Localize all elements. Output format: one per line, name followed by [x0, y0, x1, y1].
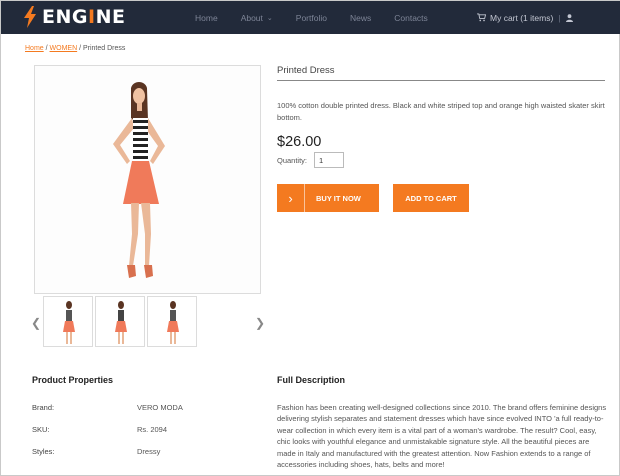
product-description: 100% cotton double printed dress. Black … — [277, 101, 605, 122]
cart-area: My cart (1 items) | — [477, 1, 573, 34]
nav-news[interactable]: News — [350, 13, 371, 23]
product-price: $26.00 — [277, 134, 322, 150]
full-description-text: Fashion has been creating well-designed … — [277, 403, 607, 470]
property-value-brand: VERO MODA — [137, 403, 183, 412]
chevron-right-icon[interactable]: ❯ — [255, 316, 265, 330]
title-divider — [277, 80, 605, 81]
model-thumbnail-image — [115, 301, 127, 344]
product-properties-heading: Product Properties — [32, 375, 114, 385]
buy-it-now-label: BUY IT NOW — [316, 193, 361, 203]
logo[interactable]: ENGINE — [23, 4, 125, 30]
user-icon[interactable] — [565, 13, 573, 22]
product-main-image[interactable] — [34, 65, 261, 294]
breadcrumb-women[interactable]: WOMEN — [50, 45, 78, 52]
model-thumbnail-image — [63, 301, 75, 344]
thumbnail-strip: ❮ ❯ — [31, 296, 265, 348]
chevron-down-icon: ⌄ — [266, 14, 273, 22]
breadcrumb-current: Printed Dress — [82, 45, 126, 52]
chevron-left-icon[interactable]: ❮ — [31, 316, 41, 330]
quantity-label: Quantity: — [277, 156, 308, 165]
add-to-cart-button[interactable]: ADD TO CART — [393, 184, 469, 212]
thumbnail-2[interactable] — [95, 296, 145, 347]
logo-text: ENGINE — [42, 6, 126, 28]
quantity-input[interactable] — [314, 152, 344, 168]
page-frame: ENGINE Home About ⌄ Portfolio News Conta… — [0, 0, 620, 476]
property-value-styles: Dressy — [137, 447, 161, 456]
breadcrumb: Home / WOMEN / Printed Dress — [25, 45, 125, 52]
breadcrumb-home[interactable]: Home — [25, 45, 44, 52]
nav-contacts[interactable]: Contacts — [394, 13, 428, 23]
buy-it-now-button[interactable]: › BUY IT NOW — [277, 184, 379, 212]
model-in-dress-image — [35, 66, 260, 293]
thumbnail-1[interactable] — [43, 296, 93, 347]
property-value-sku: Rs. 2094 — [137, 425, 168, 434]
cart-divider: | — [558, 12, 561, 23]
nav-portfolio[interactable]: Portfolio — [296, 13, 327, 23]
nav-about[interactable]: About ⌄ — [241, 13, 273, 23]
property-label-brand: Brand: — [32, 403, 55, 412]
nav-about-label: About — [240, 12, 263, 23]
property-label-styles: Styles: — [32, 447, 55, 456]
full-description-heading: Full Description — [277, 375, 346, 385]
property-label-sku: SKU: — [32, 425, 50, 434]
product-title: Printed Dress — [277, 65, 335, 76]
chevron-right-icon: › — [277, 184, 305, 212]
shopping-cart-icon[interactable] — [477, 13, 486, 22]
nav-home[interactable]: Home — [195, 13, 218, 23]
model-thumbnail-image — [167, 301, 179, 344]
lightning-bolt-icon — [24, 6, 36, 28]
thumbnail-3[interactable] — [147, 296, 197, 347]
cart-label[interactable]: My cart (1 items) — [490, 13, 553, 23]
top-navigation-bar: ENGINE Home About ⌄ Portfolio News Conta… — [1, 1, 620, 34]
main-nav: Home About ⌄ Portfolio News Contacts — [195, 1, 451, 34]
